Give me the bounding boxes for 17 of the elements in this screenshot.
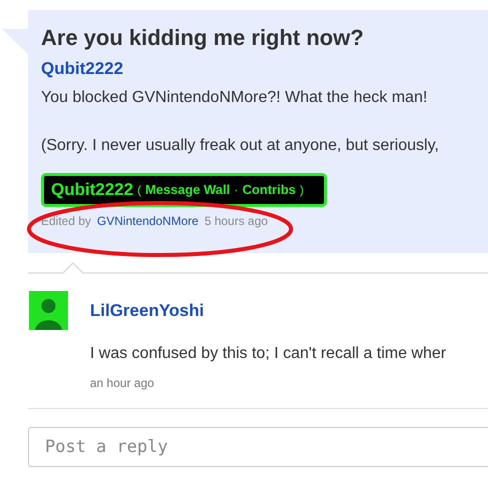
message-wall-link[interactable]: Message Wall bbox=[145, 180, 230, 200]
user-avatar[interactable] bbox=[29, 291, 68, 330]
signature-parenthesis: ) bbox=[300, 182, 304, 199]
reply-input-field[interactable]: Post a reply bbox=[28, 427, 488, 467]
author-link[interactable]: Qubit2222 bbox=[41, 58, 488, 80]
post-title: Are you kidding me right now? bbox=[41, 24, 365, 52]
editor-link[interactable]: GVNintendoNMore bbox=[97, 213, 198, 229]
contribs-link[interactable]: Contribs bbox=[242, 180, 296, 200]
edited-time: 5 hours ago bbox=[204, 213, 268, 229]
author-link[interactable]: LilGreenYoshi bbox=[90, 298, 204, 324]
post-text: (Sorry. I never usually freak out at anyone, but seriously, bbox=[41, 136, 440, 156]
post-text: You blocked GVNintendoNMore?! What the heck man! bbox=[41, 88, 428, 108]
signature-parenthesis: ( bbox=[137, 182, 142, 199]
reply-text: I was confused by this to; I can't recall a time wher bbox=[90, 344, 448, 364]
signature-separator: · bbox=[234, 181, 238, 200]
signature-name-link[interactable]: Qubit2222 bbox=[51, 177, 134, 203]
reply-time: an hour ago bbox=[90, 375, 154, 392]
